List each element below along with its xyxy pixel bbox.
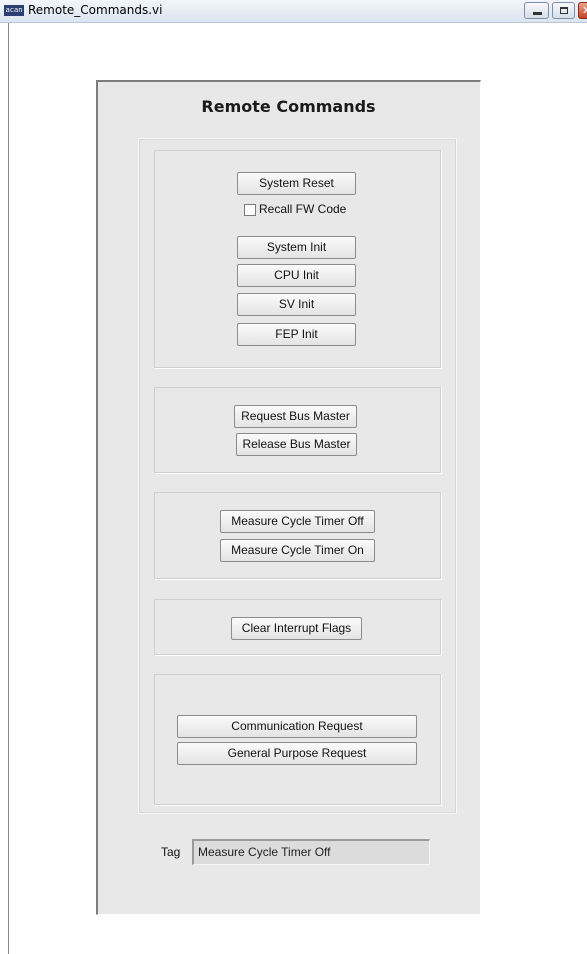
request-bus-master-button[interactable]: Request Bus Master: [234, 405, 357, 428]
app-icon: acan: [4, 5, 24, 16]
measure-cycle-timer-off-button[interactable]: Measure Cycle Timer Off: [220, 510, 375, 533]
minimize-button[interactable]: [524, 2, 549, 19]
fep-init-button[interactable]: FEP Init: [237, 323, 356, 346]
maximize-button[interactable]: [552, 2, 575, 19]
window-title: Remote_Commands.vi: [28, 3, 163, 17]
cpu-init-button[interactable]: CPU Init: [237, 264, 356, 287]
release-bus-master-button[interactable]: Release Bus Master: [236, 433, 357, 456]
close-icon: ✕: [582, 4, 587, 17]
cycle-timer-group: [154, 492, 441, 579]
close-button[interactable]: ✕: [578, 2, 587, 19]
communication-request-button[interactable]: Communication Request: [177, 715, 417, 738]
measure-cycle-timer-on-button[interactable]: Measure Cycle Timer On: [220, 539, 375, 562]
system-reset-button[interactable]: System Reset: [237, 172, 356, 195]
maximize-icon: [560, 7, 568, 14]
sv-init-button[interactable]: SV Init: [237, 293, 356, 316]
tag-indicator: Measure Cycle Timer Off: [192, 839, 430, 865]
title-bar: acan Remote_Commands.vi ✕: [0, 0, 587, 23]
system-init-button[interactable]: System Init: [237, 236, 356, 259]
clear-interrupt-flags-button[interactable]: Clear Interrupt Flags: [231, 617, 362, 640]
panel-title: Remote Commands: [201, 97, 376, 116]
general-purpose-request-button[interactable]: General Purpose Request: [177, 742, 417, 765]
recall-fw-label: Recall FW Code: [259, 202, 347, 216]
requests-group: [154, 674, 441, 805]
minimize-icon: [533, 12, 542, 15]
window-left-edge: [8, 23, 9, 954]
recall-fw-checkbox[interactable]: [244, 204, 256, 216]
bus-master-group: [154, 387, 441, 473]
tag-label: Tag: [161, 845, 181, 859]
